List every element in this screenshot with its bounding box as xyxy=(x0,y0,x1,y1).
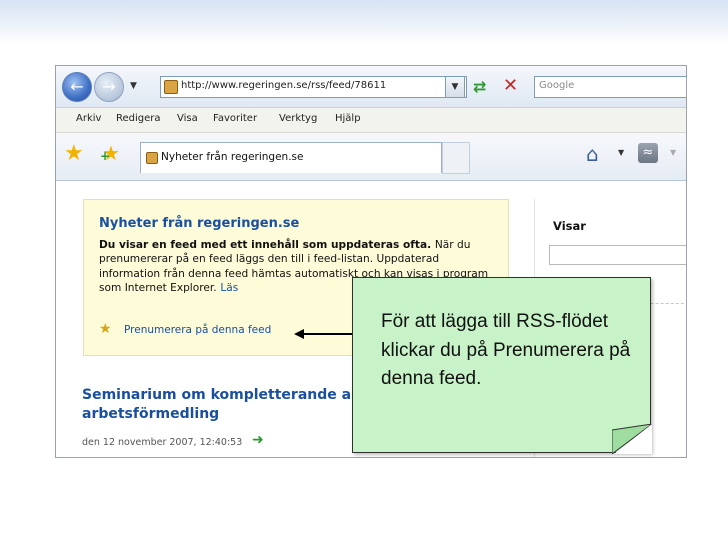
tab-favicon-icon xyxy=(146,152,158,164)
address-url: http://www.regeringen.se/rss/feed/78611 xyxy=(181,80,387,91)
article-go-arrow-icon[interactable]: ➜ xyxy=(252,432,264,448)
callout-arrow xyxy=(294,329,354,339)
callout-text: För att lägga till RSS-flödet klickar du… xyxy=(381,311,631,389)
add-favorite-plus-icon: + xyxy=(100,149,111,163)
menu-bar: Arkiv Redigera Visa Favoriter Verktyg Hj… xyxy=(56,108,686,133)
tab-feed[interactable]: Nyheter från regeringen.se xyxy=(140,142,442,173)
slide-background-band xyxy=(0,0,728,44)
favorites-star-icon[interactable]: ★ xyxy=(64,141,84,166)
menu-item-visa[interactable]: Visa xyxy=(177,113,198,124)
forward-arrow-icon[interactable]: → xyxy=(94,72,124,102)
menu-item-hjalp[interactable]: Hjälp xyxy=(335,113,361,124)
back-arrow-icon[interactable]: ← xyxy=(62,72,92,102)
subscribe-star-icon: ★ xyxy=(99,321,112,337)
article-date: den 12 november 2007, 12:40:53 xyxy=(82,437,243,448)
feed-title: Nyheter från regeringen.se xyxy=(99,216,300,231)
filter-select[interactable] xyxy=(549,245,686,265)
address-input[interactable]: http://www.regeringen.se/rss/feed/78611 xyxy=(160,76,467,98)
home-dropdown-icon[interactable]: ▼ xyxy=(618,148,624,157)
history-dropdown-icon[interactable]: ▼ xyxy=(130,81,137,91)
home-icon[interactable]: ⌂ xyxy=(586,142,599,166)
refresh-icon[interactable]: ⇄ xyxy=(473,77,486,96)
search-placeholder: Google xyxy=(539,80,575,91)
tab-label: Nyheter från regeringen.se xyxy=(161,151,304,163)
address-dropdown-icon[interactable]: ▼ xyxy=(445,76,465,98)
site-favicon-icon xyxy=(164,80,178,94)
menu-item-favoriter[interactable]: Favoriter xyxy=(213,113,257,124)
address-toolbar: ← → ▼ http://www.regeringen.se/rss/feed/… xyxy=(56,66,686,108)
menu-item-verktyg[interactable]: Verktyg xyxy=(279,113,317,124)
feed-description-lead: Du visar en feed med ett innehåll som up… xyxy=(99,239,432,251)
feed-icon[interactable]: ≈ xyxy=(638,143,658,163)
side-title: Visar xyxy=(553,219,586,233)
search-input[interactable]: Google xyxy=(534,76,686,98)
menu-item-redigera[interactable]: Redigera xyxy=(116,113,161,124)
callout-note: För att lägga till RSS-flödet klickar du… xyxy=(352,277,651,453)
callout-folded-corner xyxy=(612,424,652,454)
menu-item-arkiv[interactable]: Arkiv xyxy=(76,113,101,124)
read-more-link[interactable]: Läs xyxy=(220,282,238,294)
tab-bar: ★ ★ + Nyheter från regeringen.se ⌂ ▼ ≈ ▼ xyxy=(56,133,686,181)
new-tab-button[interactable] xyxy=(442,142,470,174)
feed-dropdown-icon[interactable]: ▼ xyxy=(670,148,676,157)
stop-icon[interactable]: ✕ xyxy=(503,75,518,96)
subscribe-link[interactable]: Prenumerera på denna feed xyxy=(124,324,271,336)
